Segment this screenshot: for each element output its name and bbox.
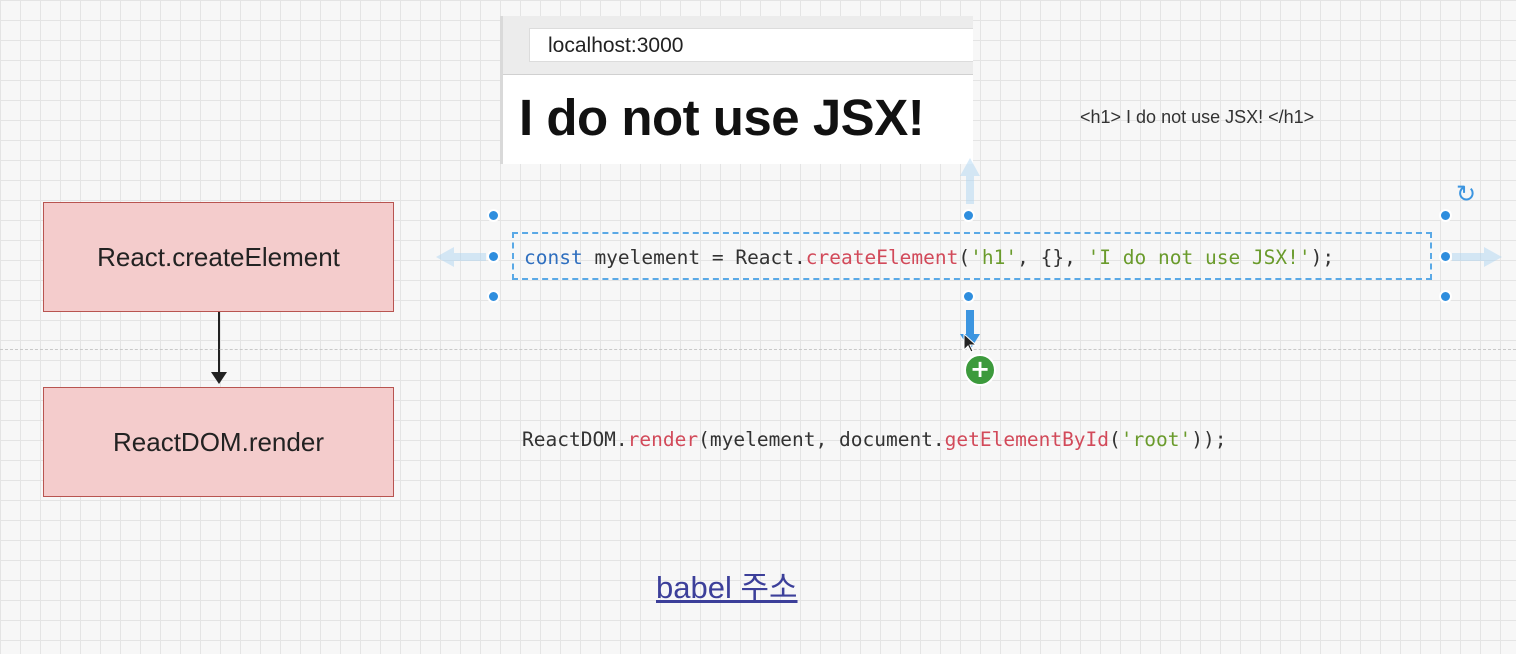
arrow-left-icon[interactable] [432,244,488,270]
arrow-right-icon[interactable] [1450,244,1506,270]
code-function: createElement [805,246,959,269]
resize-handle-top[interactable] [962,209,975,222]
render-code: ReactDOM.render(myelement, document.getE… [522,428,1226,451]
code-string: 'I do not use JSX!' [1087,246,1311,269]
arrow-up-icon[interactable] [957,156,983,206]
resize-handle-right[interactable] [1439,250,1452,263]
page-divider [0,349,1516,350]
resize-handle-top-right[interactable] [1439,209,1452,222]
code-text: ); [1310,246,1335,269]
code-text: ReactDOM. [522,428,628,451]
mouse-cursor-icon [963,332,978,353]
render-label: ReactDOM.render [113,426,324,457]
resize-handle-bottom-right[interactable] [1439,290,1452,303]
resize-handle-top-left[interactable] [487,209,500,222]
render-box[interactable]: ReactDOM.render [43,387,394,497]
code-text: ( [958,246,971,269]
url-field[interactable]: localhost:3000 [529,28,973,62]
plus-circle-icon[interactable]: + [964,354,996,386]
code-string: 'root' [1120,428,1192,451]
resize-handle-bottom[interactable] [962,290,975,303]
code-text: (myelement, document. [698,428,945,451]
resize-handle-bottom-left[interactable] [487,290,500,303]
flow-arrow-head [211,372,227,384]
create-element-label: React.createElement [97,241,340,272]
code-text: ( [1109,428,1121,451]
code-text: )); [1191,428,1227,451]
resize-handle-left[interactable] [487,250,500,263]
code-function: getElementById [944,428,1110,451]
code-function: render [627,428,699,451]
browser-preview: localhost:3000 I do not use JSX! [500,16,973,164]
code-text: , {}, [1017,246,1088,269]
browser-address-bar: localhost:3000 [503,16,973,75]
babel-link[interactable]: babel 주소 [656,562,798,607]
create-element-box[interactable]: React.createElement [43,202,394,312]
html-output-note: <h1> I do not use JSX! </h1> [1080,107,1315,127]
create-element-code: const myelement = React.createElement('h… [524,246,1334,269]
code-text: myelement = React. [582,246,806,269]
rendered-heading: I do not use JSX! [519,89,925,146]
rotate-icon[interactable]: ↻ [1456,180,1476,208]
code-keyword: const [524,246,583,269]
flow-arrow-line [218,312,220,376]
code-string: 'h1' [970,246,1018,269]
